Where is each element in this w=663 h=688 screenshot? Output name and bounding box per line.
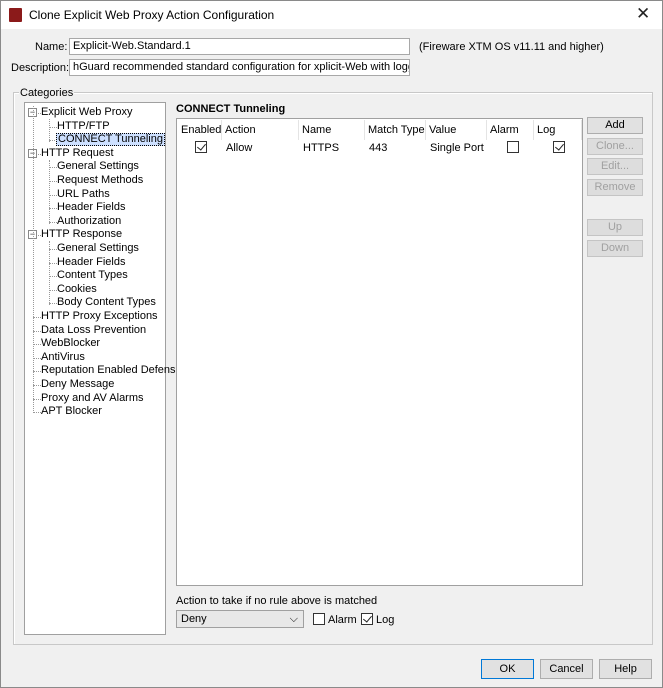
tree-item[interactable]: HTTP Request bbox=[40, 147, 115, 160]
tree-item[interactable]: General Settings bbox=[56, 242, 140, 255]
tree-item[interactable]: Cookies bbox=[56, 283, 98, 296]
name-label: Name: bbox=[35, 41, 68, 53]
default-action-label: Action to take if no rule above is match… bbox=[176, 595, 378, 607]
tree-item[interactable]: Proxy and AV Alarms bbox=[40, 392, 145, 405]
add-button[interactable]: Add bbox=[587, 117, 643, 134]
panel-title: CONNECT Tunneling bbox=[176, 103, 286, 115]
column-header[interactable]: Action bbox=[222, 120, 299, 140]
tree-item[interactable]: HTTP/FTP bbox=[56, 120, 111, 133]
default-action-select[interactable]: Deny ⌵ bbox=[176, 610, 304, 628]
cell-match-type: 443 bbox=[369, 142, 388, 154]
row-log-checkbox[interactable] bbox=[553, 141, 565, 153]
cell-action: Allow bbox=[226, 142, 253, 154]
cancel-button[interactable]: Cancel bbox=[540, 659, 593, 679]
tree-item[interactable]: URL Paths bbox=[56, 188, 111, 201]
tree-item[interactable]: HTTP Proxy Exceptions bbox=[40, 310, 159, 323]
tree-item[interactable]: AntiVirus bbox=[40, 351, 86, 364]
description-input[interactable]: hGuard recommended standard configuratio… bbox=[69, 59, 410, 76]
tree-item[interactable]: Deny Message bbox=[40, 378, 115, 391]
tree-item[interactable]: Explicit Web Proxy bbox=[40, 106, 134, 119]
up-button[interactable]: Up bbox=[587, 219, 643, 236]
cell-name: HTTPS bbox=[303, 142, 340, 154]
clone-button[interactable]: Clone... bbox=[587, 138, 643, 155]
alarm-label: Alarm bbox=[328, 614, 357, 626]
close-icon[interactable]: ✕ bbox=[636, 4, 650, 24]
tree-item[interactable]: Header Fields bbox=[56, 201, 126, 214]
version-note: (Fireware XTM OS v11.11 and higher) bbox=[419, 41, 604, 53]
tree-item[interactable]: Request Methods bbox=[56, 174, 144, 187]
dialog-window: Clone Explicit Web Proxy Action Configur… bbox=[0, 0, 663, 688]
tree-item[interactable]: HTTP Response bbox=[40, 228, 123, 241]
column-header[interactable]: Name bbox=[299, 120, 365, 140]
tree-item[interactable]: Header Fields bbox=[56, 256, 126, 269]
categories-tree[interactable]: − Explicit Web Proxy HTTP/FTP CONNECT Tunne… bbox=[24, 102, 182, 635]
column-header[interactable]: Value bbox=[426, 120, 487, 140]
column-header[interactable]: Enabled bbox=[178, 120, 222, 140]
alarm-checkbox[interactable] bbox=[313, 613, 325, 625]
tree-item[interactable]: CONNECT Tunneling bbox=[56, 133, 165, 147]
ok-button[interactable]: OK bbox=[481, 659, 534, 679]
rules-table[interactable]: Enabled Action Name Match Type Value Alarm Log… bbox=[176, 118, 583, 586]
row-enabled-checkbox[interactable] bbox=[195, 141, 207, 153]
row-alarm-checkbox[interactable] bbox=[507, 141, 519, 153]
name-input[interactable]: Explicit-Web.Standard.1 bbox=[69, 38, 410, 55]
down-button[interactable]: Down bbox=[587, 240, 643, 257]
tree-item[interactable]: Authorization bbox=[56, 215, 122, 228]
categories-label: Categories bbox=[19, 87, 75, 99]
tree-item[interactable]: Reputation Enabled Defense bbox=[40, 364, 183, 377]
description-label: Description: bbox=[11, 62, 70, 74]
edit-button[interactable]: Edit... bbox=[587, 158, 643, 175]
cell-value: Single Port bbox=[430, 142, 484, 154]
column-header[interactable]: Match Type bbox=[365, 120, 426, 140]
tree-item[interactable]: Content Types bbox=[56, 269, 129, 282]
title-bar: Clone Explicit Web Proxy Action Configur… bbox=[1, 1, 662, 29]
help-button[interactable]: Help bbox=[599, 659, 652, 679]
default-action-value: Deny bbox=[181, 613, 207, 625]
chevron-down-icon: ⌵ bbox=[289, 613, 298, 625]
log-label: Log bbox=[376, 614, 395, 626]
column-header[interactable]: Alarm bbox=[487, 120, 534, 140]
tree-item[interactable]: WebBlocker bbox=[40, 337, 101, 350]
tree-item[interactable]: General Settings bbox=[56, 160, 140, 173]
remove-button[interactable]: Remove bbox=[587, 179, 643, 196]
tree-item[interactable]: APT Blocker bbox=[40, 405, 103, 418]
log-checkbox[interactable] bbox=[361, 613, 373, 625]
tree-item[interactable]: Data Loss Prevention bbox=[40, 324, 147, 337]
tree-item[interactable]: Body Content Types bbox=[56, 296, 157, 309]
window-title: Clone Explicit Web Proxy Action Configur… bbox=[29, 8, 275, 22]
app-icon bbox=[9, 8, 22, 22]
column-header[interactable]: Log bbox=[534, 120, 582, 140]
